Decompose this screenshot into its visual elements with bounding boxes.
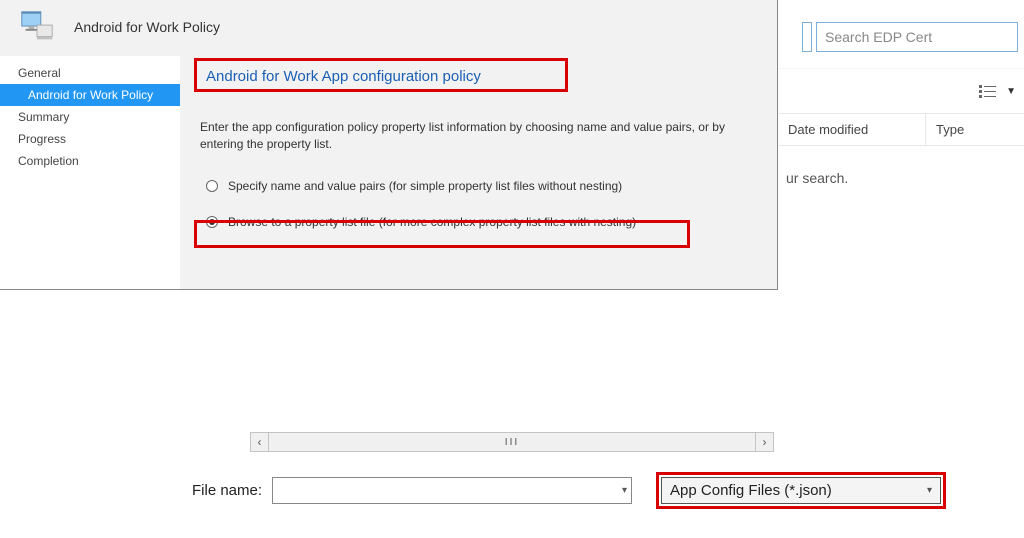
sidebar-item-summary[interactable]: Summary [0,106,180,128]
wizard-panel: Android for Work Policy General Android … [0,0,778,290]
search-placeholder: Search EDP Cert [825,29,932,45]
empty-results-text: ur search. [778,146,1024,210]
wizard-sidebar: General Android for Work Policy Summary … [0,56,180,289]
address-fragment[interactable] [802,22,812,52]
file-picker: ‹ III › File name: ▾ App Config Files (*… [0,290,1024,538]
column-type[interactable]: Type [926,114,1024,145]
radio-group: Specify name and value pairs (for simple… [200,175,757,233]
sidebar-item-general[interactable]: General [0,62,180,84]
filename-label: File name: [192,482,262,499]
filter-label: App Config Files (*.json) [670,482,832,499]
radio-browse-file[interactable]: Browse to a property list file (for more… [200,211,757,233]
horizontal-scrollbar[interactable]: ‹ III › [250,432,774,452]
filename-input[interactable] [277,483,622,499]
filter-dropdown-icon[interactable]: ▾ [927,485,932,496]
radio-label-2: Browse to a property list file (for more… [228,215,636,229]
explorer-top: Search EDP Cert [778,0,1024,68]
radio-specify-pairs[interactable]: Specify name and value pairs (for simple… [200,175,757,197]
radio-icon-selected [206,216,218,228]
wizard-title: Android for Work Policy [74,19,220,35]
scroll-track[interactable]: III [269,433,755,451]
sidebar-item-android-policy[interactable]: Android for Work Policy [0,84,180,106]
wizard-header: Android for Work Policy [0,0,777,56]
view-dropdown-icon[interactable]: ▼ [1006,86,1016,97]
filename-dropdown-icon[interactable]: ▾ [622,485,627,496]
radio-icon [206,180,218,192]
highlight-box-filter: App Config Files (*.json) ▾ [656,472,946,509]
filename-input-wrap[interactable]: ▾ [272,477,632,504]
radio-label-1: Specify name and value pairs (for simple… [228,179,622,193]
explorer-columns: Date modified Type [778,114,1024,146]
sidebar-item-completion[interactable]: Completion [0,150,180,172]
wizard-content: Android for Work App configuration polic… [180,56,777,289]
view-options-icon[interactable] [978,82,1000,100]
scroll-grip-icon: III [505,437,519,448]
sidebar-item-progress[interactable]: Progress [0,128,180,150]
computer-icon [18,7,56,47]
content-description: Enter the app configuration policy prope… [200,119,740,153]
scroll-left-icon[interactable]: ‹ [251,433,269,451]
file-list-area [0,290,1024,432]
content-heading: Android for Work App configuration polic… [200,64,757,89]
filetype-filter[interactable]: App Config Files (*.json) ▾ [661,477,941,504]
wizard-body: General Android for Work Policy Summary … [0,56,777,289]
column-date-modified[interactable]: Date modified [778,114,926,145]
search-input[interactable]: Search EDP Cert [816,22,1018,52]
explorer-toolbar: ▼ [778,68,1024,114]
file-row: File name: ▾ App Config Files (*.json) ▾ [0,452,1024,509]
scroll-right-icon[interactable]: › [755,433,773,451]
